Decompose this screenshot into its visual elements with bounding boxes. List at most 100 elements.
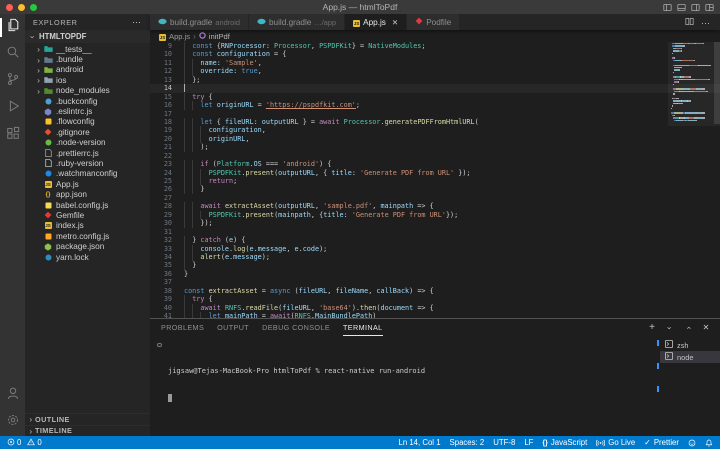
status-item-feedback[interactable] xyxy=(688,439,696,447)
layout-sidebar-right-icon[interactable] xyxy=(691,3,700,12)
status-item-utf-8[interactable]: UTF-8 xyxy=(493,438,515,447)
code-line[interactable]: 31 xyxy=(150,228,720,236)
maximize-panel-icon[interactable]: › xyxy=(683,323,693,333)
status-item-prettier[interactable]: ✓ Prettier xyxy=(644,438,679,447)
code-line[interactable]: 21); xyxy=(150,143,720,151)
line-number[interactable]: 26 xyxy=(150,185,184,193)
tree-item[interactable]: {} app.json xyxy=(25,189,150,199)
breadcrumb[interactable]: JS App.js › initPdf xyxy=(150,30,720,42)
line-number[interactable]: 39 xyxy=(150,295,184,303)
minimize-window-button[interactable] xyxy=(18,3,25,11)
editor-tab-App.js[interactable]: JS App.js ✕ xyxy=(345,14,408,30)
panel-tab-problems[interactable]: PROBLEMS xyxy=(161,319,204,336)
line-number[interactable]: 28 xyxy=(150,202,184,210)
code-line[interactable]: 15 try { xyxy=(150,93,720,101)
editor-scrollbar[interactable] xyxy=(714,42,720,124)
activity-item-source-control[interactable] xyxy=(0,68,25,95)
tree-item[interactable]: yarn.lock xyxy=(25,252,150,262)
status-item-go-live[interactable]: Go Live xyxy=(596,438,635,447)
tree-item[interactable]: .gitignore xyxy=(25,127,150,137)
code-line[interactable]: 35} xyxy=(150,261,720,269)
code-line[interactable]: 37 xyxy=(150,278,720,286)
line-number[interactable]: 13 xyxy=(150,76,184,84)
activity-item-explorer[interactable] xyxy=(0,14,25,41)
code-line[interactable]: 29 PSPDFKit.present(mainpath, {title: 'Ge… xyxy=(150,211,720,219)
code-line[interactable]: 28 await extractAsset(outputURL, 'sample.… xyxy=(150,202,720,210)
editor-tab-build.gradle[interactable]: build.gradle …/app xyxy=(249,14,346,30)
code-line[interactable]: 17 xyxy=(150,110,720,118)
terminal-instance-zsh[interactable]: zsh xyxy=(660,339,720,351)
tree-item[interactable]: JS index.js xyxy=(25,221,150,231)
activity-item-accounts[interactable] xyxy=(0,382,25,409)
line-number[interactable]: 12 xyxy=(150,67,184,75)
code-line[interactable]: 26} xyxy=(150,185,720,193)
tree-item[interactable]: .eslintrc.js xyxy=(25,106,150,116)
code-line[interactable]: 30}); xyxy=(150,219,720,227)
line-number[interactable]: 29 xyxy=(150,211,184,219)
code-line[interactable]: 20 originURL, xyxy=(150,135,720,143)
status-item-spaces-2[interactable]: Spaces: 2 xyxy=(450,438,485,447)
tree-item[interactable]: .ruby-version xyxy=(25,158,150,168)
code-line[interactable]: 23 if (Platform.OS === 'android') { xyxy=(150,160,720,168)
tree-item[interactable]: babel.config.js xyxy=(25,200,150,210)
tree-item[interactable]: › .bundle xyxy=(25,54,150,65)
code-line[interactable]: 12 override: true, xyxy=(150,67,720,75)
code-line[interactable]: 38 const extractAsset = async (fileURL, f… xyxy=(150,287,720,295)
panel-tab-terminal[interactable]: TERMINAL xyxy=(343,319,383,336)
code-line[interactable]: 36} xyxy=(150,270,720,278)
line-number[interactable]: 15 xyxy=(150,93,184,101)
minimap[interactable] xyxy=(671,43,711,122)
activity-item-search[interactable] xyxy=(0,41,25,68)
code-line[interactable]: 19 configuration, xyxy=(150,126,720,134)
status-item-javascript[interactable]: {} JavaScript xyxy=(542,438,587,447)
tree-item[interactable]: › node_modules xyxy=(25,86,150,96)
line-number[interactable]: 30 xyxy=(150,219,184,227)
layout-customize-icon[interactable] xyxy=(705,3,714,12)
layout-sidebar-left-icon[interactable] xyxy=(663,3,672,12)
status-item-ln-14-col-1[interactable]: Ln 14, Col 1 xyxy=(398,438,440,447)
timeline-section[interactable]: › TIMELINE xyxy=(25,424,150,437)
window-controls[interactable] xyxy=(0,3,37,11)
code-line[interactable]: 25 return; xyxy=(150,177,720,185)
tree-item[interactable]: › ios xyxy=(25,75,150,85)
line-number[interactable]: 10 xyxy=(150,50,184,58)
terminal-instance-node[interactable]: node xyxy=(660,351,720,363)
code-line[interactable]: 18 let { fileURL: outputURL } = await Pro… xyxy=(150,118,720,126)
code-line[interactable]: 24 PSPDFKit.present(outputURL, { title: '… xyxy=(150,169,720,177)
split-editor-icon[interactable] xyxy=(685,13,694,31)
panel-tab-output[interactable]: OUTPUT xyxy=(217,319,249,336)
line-number[interactable]: 31 xyxy=(150,228,184,236)
line-number[interactable]: 11 xyxy=(150,59,184,67)
line-number[interactable]: 25 xyxy=(150,177,184,185)
line-number[interactable]: 18 xyxy=(150,118,184,126)
status-item-bell[interactable] xyxy=(705,439,713,447)
code-line[interactable]: 41 let mainPath = await(RNFS.MainBundlePa… xyxy=(150,312,720,318)
breadcrumb-file[interactable]: App.js xyxy=(169,32,190,41)
layout-panel-icon[interactable] xyxy=(677,3,686,12)
command-decoration-icon[interactable] xyxy=(157,342,162,347)
code-line[interactable]: 16 let originURL = 'https://pspdfkit.com'… xyxy=(150,101,720,109)
editor-tab-Podfile[interactable]: Podfile xyxy=(407,14,461,30)
close-panel-icon[interactable]: ✕ xyxy=(701,323,711,332)
line-number[interactable]: 17 xyxy=(150,110,184,118)
tree-item[interactable]: .flowconfig xyxy=(25,117,150,127)
line-number[interactable]: 23 xyxy=(150,160,184,168)
explorer-more-actions-icon[interactable]: ⋯ xyxy=(132,17,142,28)
activity-item-settings[interactable] xyxy=(0,409,25,436)
code-line[interactable]: 33 console.log(e.message, e.code); xyxy=(150,245,720,253)
zoom-window-button[interactable] xyxy=(30,3,37,11)
line-number[interactable]: 27 xyxy=(150,194,184,202)
line-number[interactable]: 14 xyxy=(150,84,184,92)
line-number[interactable]: 38 xyxy=(150,287,184,295)
code-line[interactable]: 11 name: 'Sample', xyxy=(150,59,720,67)
terminal-picker-icon[interactable]: › xyxy=(665,323,675,333)
code-line[interactable]: 22 xyxy=(150,152,720,160)
line-number[interactable]: 36 xyxy=(150,270,184,278)
tree-item[interactable]: › android xyxy=(25,65,150,75)
tree-item[interactable]: .buckconfig xyxy=(25,96,150,106)
close-window-button[interactable] xyxy=(6,3,13,11)
code-line[interactable]: 34 alert(e.message); xyxy=(150,253,720,261)
code-line[interactable]: 9 const {RNProcessor: Processor, PSPDFKit… xyxy=(150,42,720,50)
code-line[interactable]: 10 const configuration = { xyxy=(150,50,720,58)
close-tab-icon[interactable]: ✕ xyxy=(392,18,398,27)
